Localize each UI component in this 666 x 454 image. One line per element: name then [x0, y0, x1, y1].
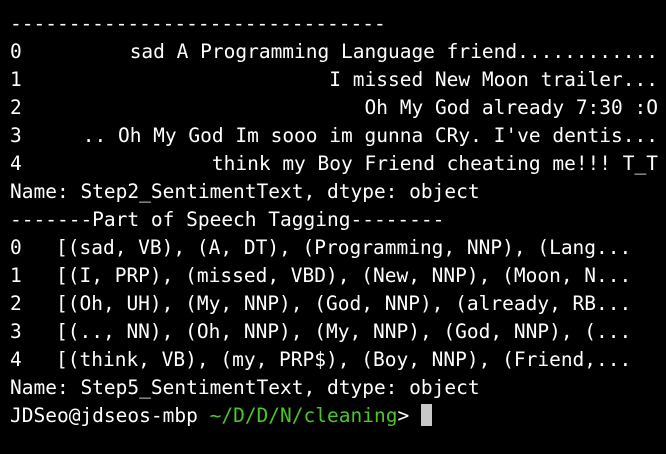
step2-row-text: I missed New Moon trailer... — [329, 68, 658, 91]
step2-row-text: Oh My God already 7:30 :O — [364, 96, 659, 119]
step5-row: 0 [(sad, VB), (A, DT), (Programming, NNP)… — [10, 234, 631, 262]
step5-row-index: 4 — [10, 348, 22, 371]
step5-row-index: 2 — [10, 292, 22, 315]
step5-row-text: [(I, PRP), (missed, VBD), (New, NNP), (M… — [56, 264, 632, 287]
step5-row: 4 [(think, VB), (my, PRP$), (Boy, NNP), (… — [10, 346, 631, 374]
step2-row-text: think my Boy Friend cheating me!!! T_T — [211, 152, 658, 175]
step5-row-text: [(sad, VB), (A, DT), (Programming, NNP),… — [56, 236, 632, 259]
top-separator: -------------------------------- — [10, 12, 386, 35]
step5-row-index: 3 — [10, 320, 22, 343]
step2-footer: Name: Step2_SentimentText, dtype: object — [10, 180, 480, 203]
step2-row-text: sad A Programming Language friend.......… — [129, 40, 658, 63]
step2-row-index: 2 — [10, 96, 22, 119]
step5-footer: Name: Step5_SentimentText, dtype: object — [10, 376, 480, 399]
step2-row-index: 1 — [10, 68, 22, 91]
pos-tagging-header: -------Part of Speech Tagging-------- — [10, 208, 445, 231]
step5-row-index: 1 — [10, 264, 22, 287]
step5-row: 3 [(.., NN), (Oh, NNP), (My, NNP), (God, … — [10, 318, 631, 346]
step2-row-index: 3 — [10, 124, 22, 147]
prompt-user-host: JDSeo@jdseos-mbp — [10, 404, 198, 427]
step5-row-text: [(think, VB), (my, PRP$), (Boy, NNP), (F… — [56, 348, 632, 371]
step2-row-index: 0 — [10, 40, 22, 63]
terminal-window[interactable]: -------------------------------- 0 sad A… — [0, 0, 666, 454]
text-cursor[interactable] — [421, 404, 433, 426]
step2-row-index: 4 — [10, 152, 22, 175]
prompt-path: ~/D/D/N/cleaning — [209, 404, 398, 427]
step5-row-text: [(.., NN), (Oh, NNP), (My, NNP), (God, N… — [56, 320, 632, 343]
step5-row-index: 0 — [10, 236, 22, 259]
prompt-symbol: > — [397, 404, 410, 427]
step5-row: 2 [(Oh, UH), (My, NNP), (God, NNP), (alre… — [10, 290, 631, 318]
step2-row-text: .. Oh My God Im sooo im gunna CRy. I've … — [82, 124, 658, 147]
step5-row: 1 [(I, PRP), (missed, VBD), (New, NNP), (… — [10, 262, 631, 290]
step5-row-text: [(Oh, UH), (My, NNP), (God, NNP), (alrea… — [56, 292, 632, 315]
shell-prompt[interactable]: JDSeo@jdseos-mbp ~/D/D/N/cleaning> — [10, 402, 433, 430]
